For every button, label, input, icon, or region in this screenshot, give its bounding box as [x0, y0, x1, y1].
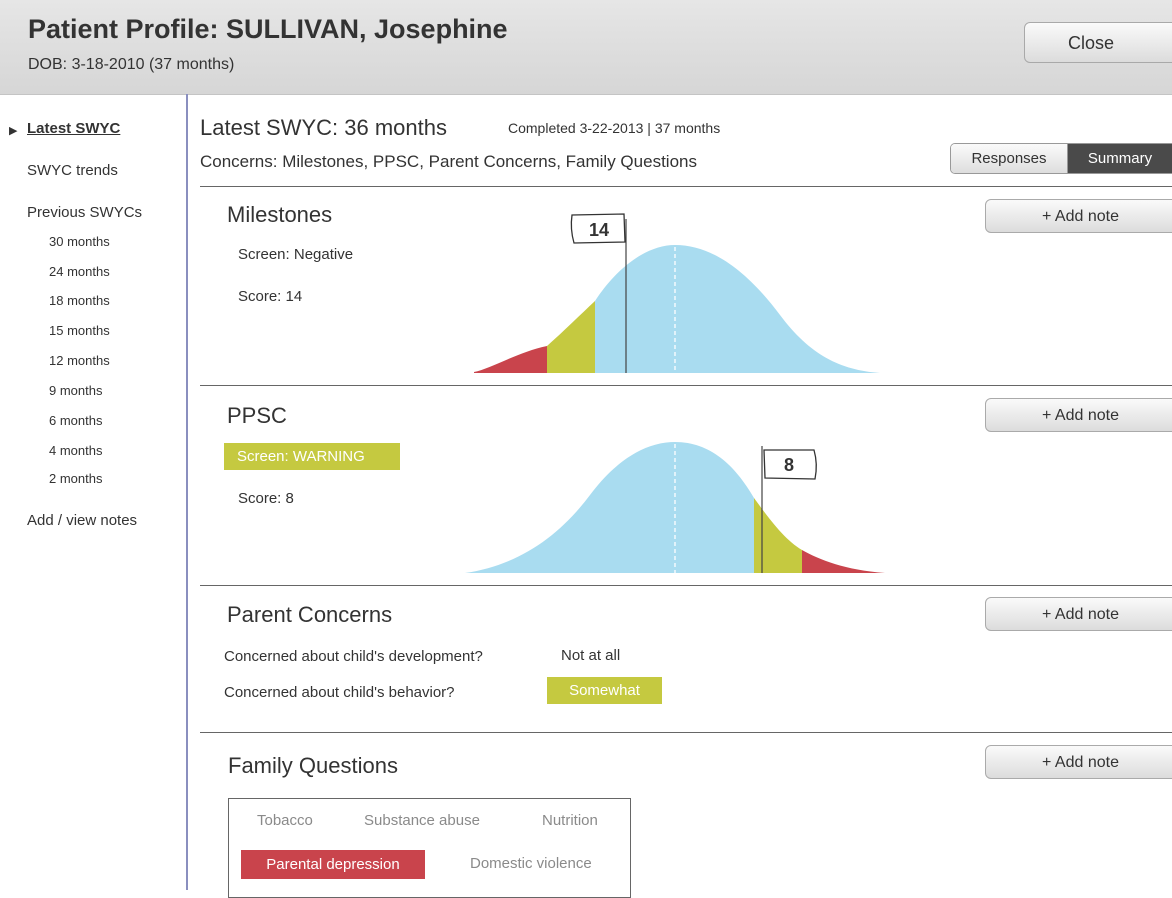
family-questions-title: Family Questions — [228, 753, 398, 778]
family-question-item: Nutrition — [542, 812, 598, 829]
milestones-curve-body — [595, 245, 880, 373]
view-toggle: Responses Summary — [950, 143, 1172, 174]
concern-question: Concerned about child's development? — [224, 648, 483, 665]
sidebar-item-add-view-notes[interactable]: Add / view notes — [27, 512, 137, 529]
section-divider — [200, 585, 1172, 586]
milestones-curve-low-tail — [474, 346, 547, 373]
swyc-title: Latest SWYC: 36 months — [200, 115, 447, 140]
completed-info: Completed 3-22-2013 | 37 months — [508, 120, 721, 136]
sidebar-previous-item[interactable]: 30 months — [49, 234, 110, 249]
tab-responses[interactable]: Responses — [951, 144, 1068, 173]
family-questions-add-note-button[interactable]: + Add note — [985, 745, 1172, 779]
concern-answer: Not at all — [561, 647, 621, 664]
milestones-score: Score: 14 — [238, 288, 303, 305]
ppsc-add-note-button[interactable]: + Add note — [985, 398, 1172, 432]
page-title: Patient Profile: SULLIVAN, Josephine — [28, 14, 508, 44]
milestones-curve-borderline — [547, 301, 595, 373]
sidebar-item-swyc-trends[interactable]: SWYC trends — [27, 162, 118, 179]
sidebar-previous-item[interactable]: 9 months — [49, 383, 102, 398]
ppsc-distribution-chart: 8 — [465, 442, 885, 573]
family-question-item: Substance abuse — [364, 812, 480, 829]
sidebar-previous-item[interactable]: 2 months — [49, 471, 102, 486]
family-question-item: Tobacco — [257, 812, 313, 829]
family-question-flagged-badge: Parental depression — [241, 850, 425, 879]
family-questions-box: Tobacco Substance abuse Nutrition Parent… — [228, 798, 631, 898]
milestones-distribution-chart: 14 — [474, 213, 880, 373]
ppsc-screen-warning-badge: Screen: WARNING — [224, 443, 400, 470]
sidebar-divider — [186, 94, 188, 890]
milestones-add-note-button[interactable]: + Add note — [985, 199, 1172, 233]
ppsc-title: PPSC — [227, 403, 287, 428]
sidebar-previous-item[interactable]: 4 months — [49, 443, 102, 458]
ppsc-score-flag-label: 8 — [784, 455, 794, 475]
sidebar-previous-item[interactable]: 18 months — [49, 293, 110, 308]
ppsc-score: Score: 8 — [238, 490, 294, 507]
ppsc-curve-high-tail — [802, 550, 885, 573]
section-divider — [200, 186, 1172, 187]
family-question-item: Domestic violence — [470, 855, 592, 872]
parent-concerns-add-note-button[interactable]: + Add note — [985, 597, 1172, 631]
concern-question: Concerned about child's behavior? — [224, 684, 455, 701]
sidebar: ▶ Latest SWYC SWYC trends Previous SWYCs… — [0, 94, 186, 890]
sidebar-previous-item[interactable]: 15 months — [49, 323, 110, 338]
ppsc-curve-borderline — [754, 498, 802, 573]
section-divider — [200, 385, 1172, 386]
tab-summary[interactable]: Summary — [1068, 144, 1172, 173]
ppsc-curve-body — [465, 442, 754, 573]
concerns-summary: Concerns: Milestones, PPSC, Parent Conce… — [200, 152, 697, 171]
sidebar-item-previous-swycs[interactable]: Previous SWYCs — [27, 204, 142, 221]
parent-concerns-title: Parent Concerns — [227, 602, 393, 627]
sidebar-previous-item[interactable]: 12 months — [49, 353, 110, 368]
close-button[interactable]: Close — [1024, 22, 1172, 63]
sidebar-previous-item[interactable]: 6 months — [49, 413, 102, 428]
milestones-title: Milestones — [227, 202, 333, 227]
sidebar-previous-item[interactable]: 24 months — [49, 264, 110, 279]
sidebar-item-latest-swyc[interactable]: Latest SWYC — [27, 120, 120, 137]
milestones-screen-result: Screen: Negative — [238, 246, 354, 263]
milestones-score-flag-label: 14 — [589, 220, 609, 240]
concern-answer-flagged-badge: Somewhat — [547, 677, 662, 704]
patient-dob: DOB: 3-18-2010 (37 months) — [28, 56, 235, 73]
active-indicator-icon: ▶ — [9, 125, 18, 137]
header-bar: Patient Profile: SULLIVAN, Josephine DOB… — [0, 0, 1172, 95]
section-divider — [200, 732, 1172, 733]
